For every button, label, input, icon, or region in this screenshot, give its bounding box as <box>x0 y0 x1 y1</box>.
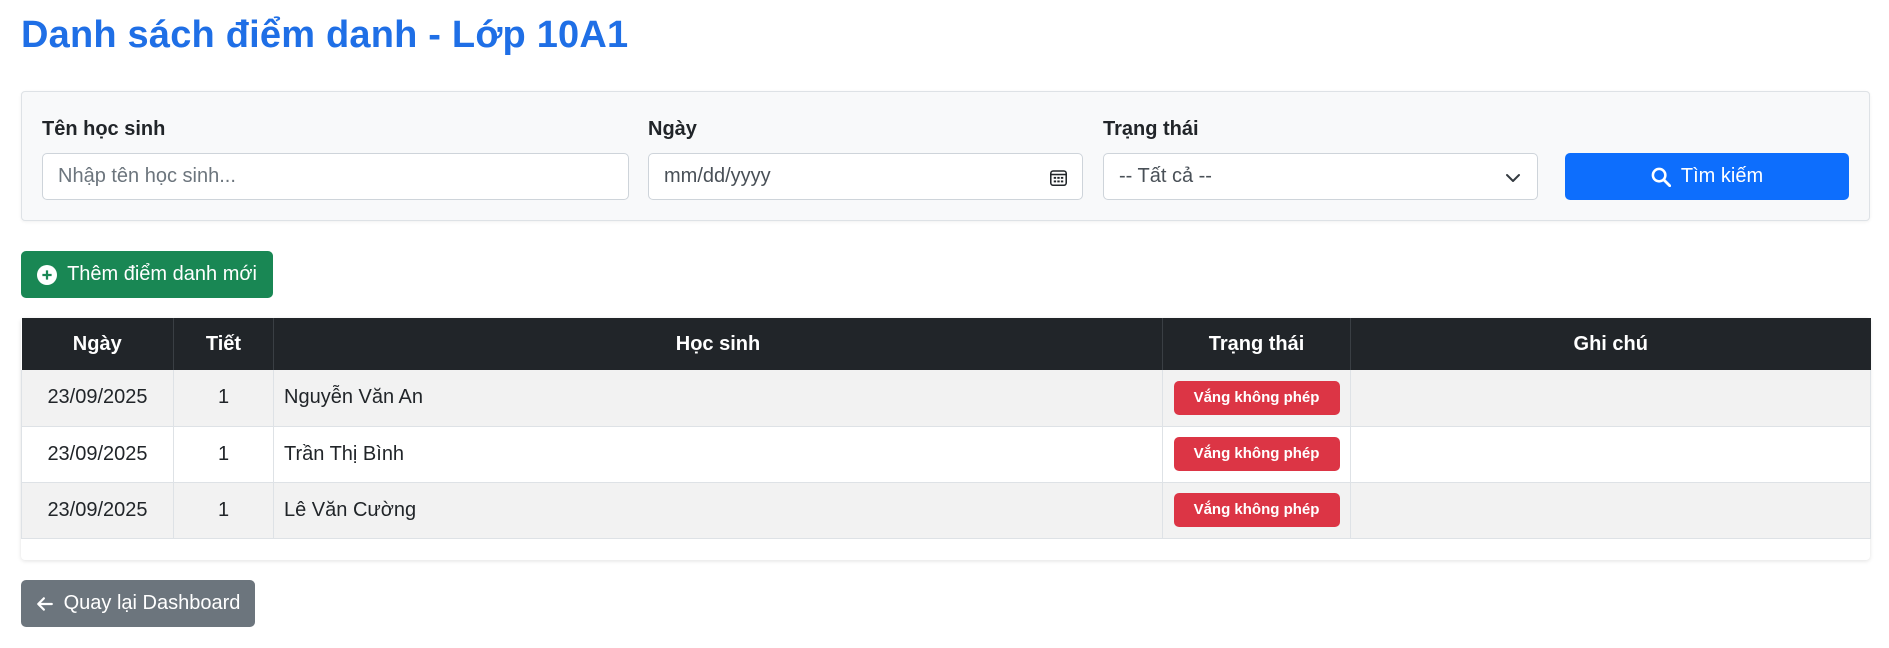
back-to-dashboard-button[interactable]: Quay lại Dashboard <box>21 580 255 627</box>
row-date: 23/09/2025 <box>21 370 174 427</box>
table-row: 23/09/2025 1 Lê Văn Cường Vắng không phé… <box>21 482 1871 539</box>
table-row: 23/09/2025 1 Nguyễn Văn An Vắng không ph… <box>21 370 1871 427</box>
add-attendance-label: Thêm điểm danh mới <box>67 263 257 285</box>
status-badge: Vắng không phép <box>1173 493 1340 527</box>
row-student: Lê Văn Cường <box>273 482 1163 539</box>
table-row: 23/09/2025 1 Trần Thị Bình Vắng không ph… <box>21 426 1871 483</box>
calendar-icon[interactable] <box>1049 168 1068 187</box>
status-select[interactable]: -- Tất cả -- <box>1103 153 1538 200</box>
date-value: mm/dd/yyyy <box>664 165 771 187</box>
date-input[interactable]: mm/dd/yyyy <box>648 153 1083 200</box>
search-button[interactable]: Tìm kiếm <box>1565 153 1849 200</box>
row-period: 1 <box>173 370 274 427</box>
student-name-placeholder: Nhập tên học sinh... <box>58 165 236 187</box>
search-button-label: Tìm kiếm <box>1680 165 1764 187</box>
student-name-label: Tên học sinh <box>42 118 166 140</box>
attendance-table-container: Ngày Tiết Học sinh Trạng thái Ghi chú 23… <box>21 318 1871 560</box>
chevron-down-icon <box>1506 174 1520 182</box>
row-date: 23/09/2025 <box>21 482 174 539</box>
row-note <box>1350 482 1871 539</box>
row-status-cell: Vắng không phép <box>1162 482 1351 539</box>
attendance-page: Danh sách điểm danh - Lớp 10A1 Tên học s… <box>0 0 1889 648</box>
row-student: Trần Thị Bình <box>273 426 1163 483</box>
row-note <box>1350 370 1871 427</box>
row-student: Nguyễn Văn An <box>273 370 1163 427</box>
column-header-note: Ghi chú <box>1350 318 1871 370</box>
add-attendance-button[interactable]: Thêm điểm danh mới <box>21 251 273 298</box>
row-period: 1 <box>173 426 274 483</box>
row-date: 23/09/2025 <box>21 426 174 483</box>
row-note <box>1350 426 1871 483</box>
back-to-dashboard-label: Quay lại Dashboard <box>63 592 241 614</box>
row-status-cell: Vắng không phép <box>1162 426 1351 483</box>
column-header-date: Ngày <box>21 318 174 370</box>
status-label: Trạng thái <box>1103 118 1199 140</box>
search-icon <box>1651 167 1671 187</box>
status-selected-value: -- Tất cả -- <box>1119 165 1212 187</box>
table-header-row: Ngày Tiết Học sinh Trạng thái Ghi chú <box>21 318 1871 370</box>
date-label: Ngày <box>648 118 697 140</box>
row-status-cell: Vắng không phép <box>1162 370 1351 427</box>
attendance-table: Ngày Tiết Học sinh Trạng thái Ghi chú 23… <box>21 318 1871 539</box>
column-header-status: Trạng thái <box>1162 318 1351 370</box>
column-header-period: Tiết <box>173 318 274 370</box>
student-name-input[interactable]: Nhập tên học sinh... <box>42 153 629 200</box>
filter-panel: Tên học sinh Nhập tên học sinh... Ngày m… <box>21 91 1870 221</box>
row-period: 1 <box>173 482 274 539</box>
page-title: Danh sách điểm danh - Lớp 10A1 <box>21 14 629 56</box>
status-badge: Vắng không phép <box>1173 437 1340 471</box>
column-header-student: Học sinh <box>273 318 1163 370</box>
arrow-left-icon <box>36 596 53 611</box>
plus-circle-icon <box>37 264 58 285</box>
status-badge: Vắng không phép <box>1173 380 1340 415</box>
